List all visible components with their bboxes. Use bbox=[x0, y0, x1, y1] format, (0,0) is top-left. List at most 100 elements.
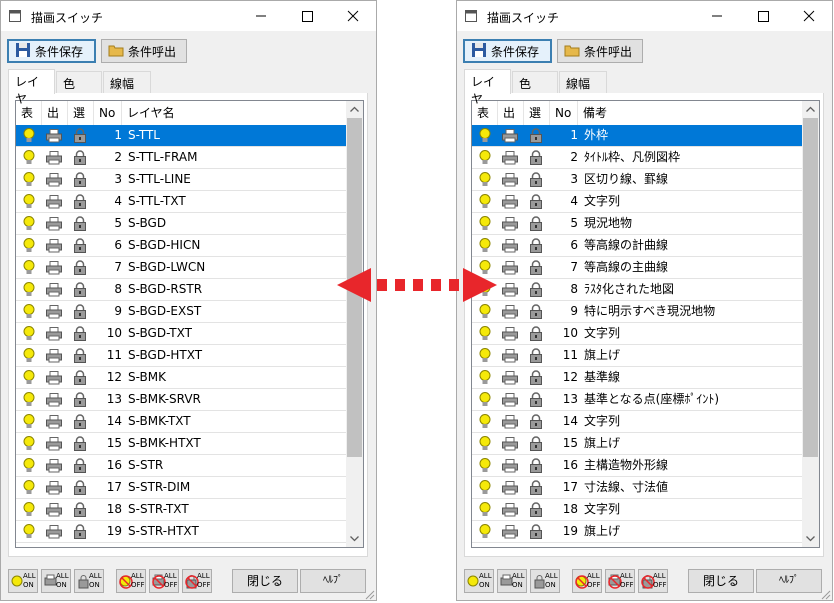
table-row[interactable]: 13 基準となる点(座標ﾎﾟｲﾝﾄ) bbox=[472, 389, 803, 411]
column-output[interactable]: 出 bbox=[498, 101, 524, 125]
row-number: 15 bbox=[562, 436, 578, 450]
save-conditions-button[interactable]: 条件保存 bbox=[7, 39, 96, 63]
all-label: ALL bbox=[653, 572, 666, 580]
table-row[interactable]: 19 S-STR-HTXT bbox=[16, 521, 347, 543]
table-row[interactable]: 4 S-TTL-TXT bbox=[16, 191, 347, 213]
column-layer-name[interactable]: レイヤ名 bbox=[122, 101, 347, 125]
table-row[interactable]: 8 ﾗｽﾀ化された地図 bbox=[472, 279, 803, 301]
scroll-thumb[interactable] bbox=[803, 118, 818, 457]
column-remarks[interactable]: 備考 bbox=[578, 101, 803, 125]
load-conditions-button[interactable]: 条件呼出 bbox=[557, 39, 643, 63]
table-row[interactable]: 8 S-BGD-RSTR bbox=[16, 279, 347, 301]
table-row[interactable]: 18 文字列 bbox=[472, 499, 803, 521]
all-display-off-button[interactable]: ALL OFF bbox=[572, 569, 602, 593]
table-row[interactable]: 13 S-BMK-SRVR bbox=[16, 389, 347, 411]
table-row[interactable]: 19 旗上げ bbox=[472, 521, 803, 543]
tab-layer[interactable]: レイヤ bbox=[8, 69, 55, 106]
close-button[interactable]: 閉じる bbox=[688, 569, 754, 593]
all-output-on-button[interactable]: ALL ON bbox=[41, 569, 71, 593]
lock-icon bbox=[529, 502, 543, 517]
table-row[interactable]: 14 文字列 bbox=[472, 411, 803, 433]
vertical-scrollbar[interactable] bbox=[346, 101, 363, 547]
table-row[interactable]: 16 S-STR bbox=[16, 455, 347, 477]
table-row[interactable]: 2 ﾀｲﾄﾙ枠、凡例図枠 bbox=[472, 147, 803, 169]
help-button[interactable]: ﾍﾙﾌﾟ bbox=[756, 569, 822, 593]
table-row[interactable]: 5 現況地物 bbox=[472, 213, 803, 235]
vertical-scrollbar[interactable] bbox=[802, 101, 819, 547]
printer-icon bbox=[46, 151, 62, 165]
close-window-button[interactable] bbox=[330, 1, 376, 31]
on-label: ON bbox=[89, 581, 100, 589]
all-select-off-button[interactable]: ALL OFF bbox=[182, 569, 212, 593]
column-select[interactable]: 選 bbox=[524, 101, 550, 125]
column-number[interactable]: No bbox=[550, 101, 578, 125]
tab-color[interactable]: 色 bbox=[512, 71, 558, 93]
tab-layer[interactable]: レイヤ bbox=[464, 69, 511, 106]
maximize-button[interactable] bbox=[284, 1, 330, 31]
lock-icon bbox=[73, 348, 87, 363]
table-row[interactable]: 12 基準線 bbox=[472, 367, 803, 389]
table-row[interactable]: 17 S-STR-DIM bbox=[16, 477, 347, 499]
table-row[interactable]: 9 特に明示すべき現況地物 bbox=[472, 301, 803, 323]
table-row[interactable]: 3 S-TTL-LINE bbox=[16, 169, 347, 191]
table-row[interactable]: 4 文字列 bbox=[472, 191, 803, 213]
table-row[interactable]: 10 S-BGD-TXT bbox=[16, 323, 347, 345]
scroll-up-icon[interactable] bbox=[802, 101, 819, 118]
table-row[interactable]: 17 寸法線、寸法値 bbox=[472, 477, 803, 499]
table-row[interactable]: 1 S-TTL bbox=[16, 125, 347, 147]
close-window-button[interactable] bbox=[786, 1, 832, 31]
all-output-on-button[interactable]: ALL ON bbox=[497, 569, 527, 593]
all-output-off-button[interactable]: ALL OFF bbox=[605, 569, 635, 593]
table-row[interactable]: 9 S-BGD-EXST bbox=[16, 301, 347, 323]
lightbulb-icon bbox=[478, 436, 492, 451]
all-label: ALL bbox=[512, 572, 525, 580]
load-conditions-button[interactable]: 条件呼出 bbox=[101, 39, 187, 63]
all-select-off-button[interactable]: ALL OFF bbox=[638, 569, 668, 593]
close-button[interactable]: 閉じる bbox=[232, 569, 298, 593]
table-row[interactable]: 1 外枠 bbox=[472, 125, 803, 147]
table-row[interactable]: 18 S-STR-TXT bbox=[16, 499, 347, 521]
minimize-button[interactable] bbox=[694, 1, 740, 31]
table-row[interactable]: 5 S-BGD bbox=[16, 213, 347, 235]
table-row[interactable]: 6 等高線の計曲線 bbox=[472, 235, 803, 257]
save-conditions-button[interactable]: 条件保存 bbox=[463, 39, 552, 63]
table-row[interactable]: 11 S-BGD-HTXT bbox=[16, 345, 347, 367]
all-display-on-button[interactable]: ALL ON bbox=[8, 569, 38, 593]
lock-icon bbox=[529, 194, 543, 209]
all-display-off-button[interactable]: ALL OFF bbox=[116, 569, 146, 593]
tab-line-width[interactable]: 線幅 bbox=[559, 71, 607, 93]
column-output[interactable]: 出 bbox=[42, 101, 68, 125]
resize-grip-icon[interactable] bbox=[821, 589, 831, 600]
table-row[interactable]: 15 旗上げ bbox=[472, 433, 803, 455]
column-select[interactable]: 選 bbox=[68, 101, 94, 125]
maximize-button[interactable] bbox=[740, 1, 786, 31]
all-select-on-button[interactable]: ALL ON bbox=[74, 569, 104, 593]
table-row[interactable]: 7 等高線の主曲線 bbox=[472, 257, 803, 279]
table-row[interactable]: 15 S-BMK-HTXT bbox=[16, 433, 347, 455]
resize-grip-icon[interactable] bbox=[365, 589, 375, 600]
table-row[interactable]: 10 文字列 bbox=[472, 323, 803, 345]
scroll-down-icon[interactable] bbox=[346, 530, 363, 547]
lightbulb-icon bbox=[478, 304, 492, 319]
table-row[interactable]: 7 S-BGD-LWCN bbox=[16, 257, 347, 279]
all-output-off-button[interactable]: ALL OFF bbox=[149, 569, 179, 593]
printer-icon bbox=[46, 525, 62, 539]
table-row[interactable]: 16 主構造物外形線 bbox=[472, 455, 803, 477]
table-row[interactable]: 3 区切り線、罫線 bbox=[472, 169, 803, 191]
table-row[interactable]: 12 S-BMK bbox=[16, 367, 347, 389]
table-row[interactable]: 14 S-BMK-TXT bbox=[16, 411, 347, 433]
tab-color[interactable]: 色 bbox=[56, 71, 102, 93]
table-row[interactable]: 6 S-BGD-HICN bbox=[16, 235, 347, 257]
tab-line-width[interactable]: 線幅 bbox=[103, 71, 151, 93]
all-select-on-button[interactable]: ALL ON bbox=[530, 569, 560, 593]
scroll-down-icon[interactable] bbox=[802, 530, 819, 547]
column-number[interactable]: No bbox=[94, 101, 122, 125]
minimize-button[interactable] bbox=[238, 1, 284, 31]
help-button[interactable]: ﾍﾙﾌﾟ bbox=[300, 569, 366, 593]
list-header: 表出選 No 備考 bbox=[472, 101, 803, 126]
layer-name: S-TTL-LINE bbox=[128, 172, 191, 186]
table-row[interactable]: 11 旗上げ bbox=[472, 345, 803, 367]
all-display-on-button[interactable]: ALL ON bbox=[464, 569, 494, 593]
table-row[interactable]: 2 S-TTL-FRAM bbox=[16, 147, 347, 169]
scroll-up-icon[interactable] bbox=[346, 101, 363, 118]
